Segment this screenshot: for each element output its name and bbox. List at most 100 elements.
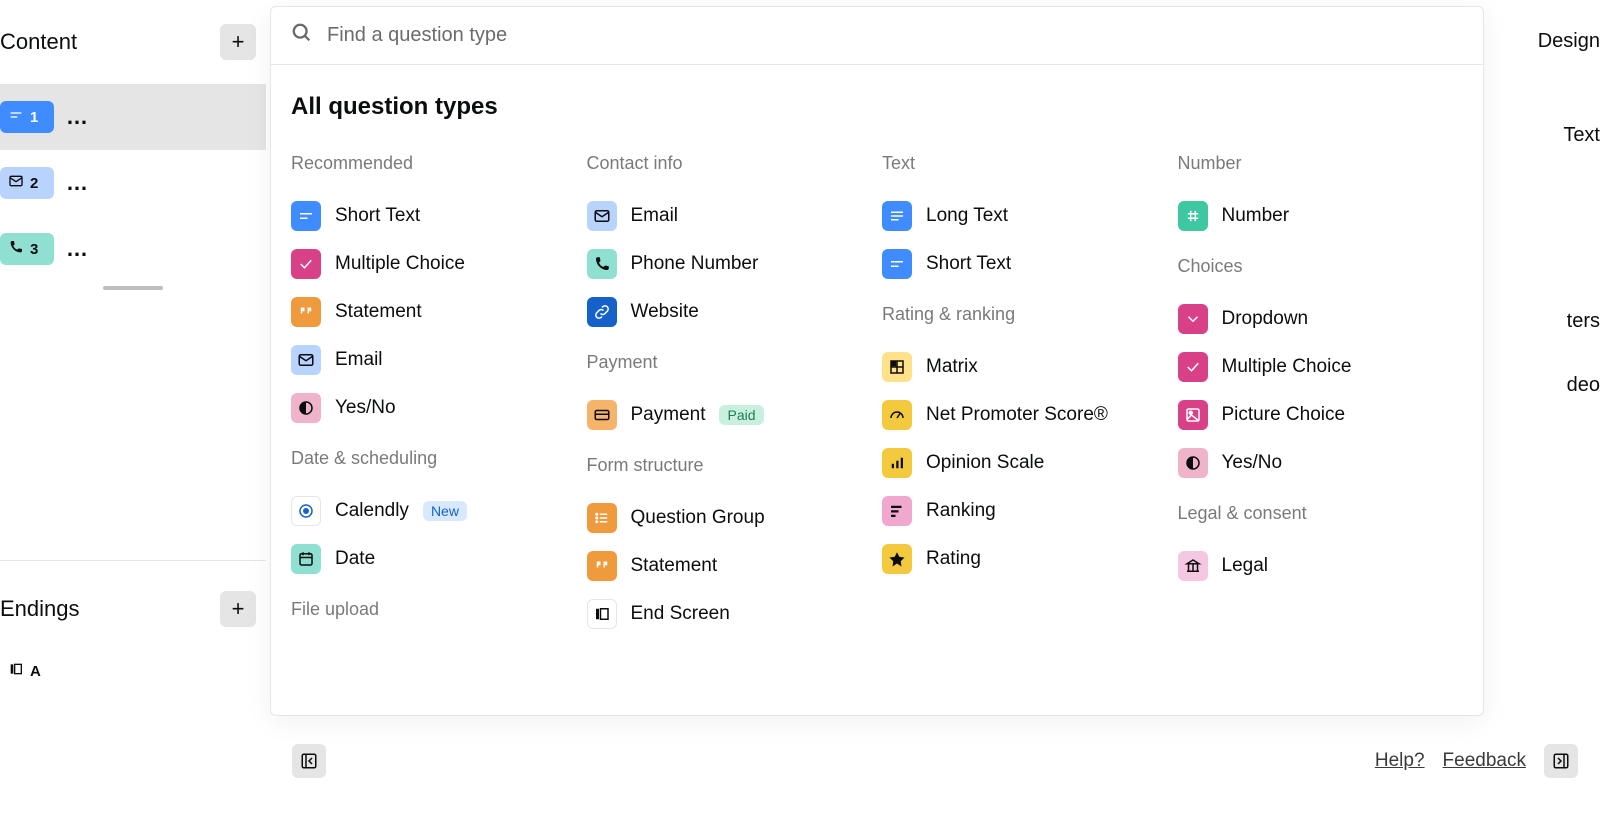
type-column: Recommended Short Text Multiple Choice Stat…: [291, 153, 577, 638]
category-header: Payment: [587, 352, 873, 373]
type-label: Opinion Scale: [926, 452, 1044, 474]
ending-pill: A: [0, 655, 54, 687]
type-multiple-choice[interactable]: Multiple Choice: [1178, 343, 1464, 391]
list-icon: [587, 503, 617, 533]
content-header: Content +: [0, 0, 266, 84]
footer-bar: Help? Feedback: [270, 735, 1600, 787]
type-email[interactable]: Email: [587, 192, 873, 240]
badge-paid: Paid: [719, 405, 763, 425]
item-menu-icon[interactable]: …: [66, 236, 88, 262]
add-question-button[interactable]: +: [220, 24, 256, 60]
sidebar-item-3[interactable]: 3…: [0, 216, 266, 282]
quote-icon: [291, 297, 321, 327]
type-label: Email: [335, 349, 383, 371]
type-label: Email: [631, 205, 679, 227]
type-opinion-scale[interactable]: Opinion Scale: [882, 439, 1168, 487]
link-icon: [587, 297, 617, 327]
type-date[interactable]: Date: [291, 535, 577, 583]
type-label: Statement: [335, 301, 422, 323]
type-label: Question Group: [631, 507, 765, 529]
item-menu-icon[interactable]: …: [66, 170, 88, 196]
half-circle-icon: [291, 393, 321, 423]
feedback-link[interactable]: Feedback: [1443, 750, 1526, 772]
item-menu-icon[interactable]: …: [66, 104, 88, 130]
help-link[interactable]: Help?: [1375, 750, 1425, 772]
type-legal[interactable]: Legal: [1178, 542, 1464, 590]
end-screen-icon: [8, 661, 24, 682]
type-label: Ranking: [926, 500, 996, 522]
type-statement[interactable]: Statement: [291, 288, 577, 336]
type-label: End Screen: [631, 603, 730, 625]
half-circle-icon: [1178, 448, 1208, 478]
badge-new: New: [423, 501, 467, 521]
collapse-left-button[interactable]: [292, 744, 326, 778]
category-header: Choices: [1178, 256, 1464, 277]
type-column: Number Number Choices Dropdown Multiple Choi…: [1178, 153, 1464, 638]
type-website[interactable]: Website: [587, 288, 873, 336]
short-text-icon: [882, 249, 912, 279]
check-icon: [291, 249, 321, 279]
calendly-icon: [291, 496, 321, 526]
type-dropdown[interactable]: Dropdown: [1178, 295, 1464, 343]
type-matrix[interactable]: Matrix: [882, 343, 1168, 391]
category-header: Legal & consent: [1178, 503, 1464, 524]
type-label: Rating: [926, 548, 981, 570]
bars-icon: [882, 448, 912, 478]
category-header: Recommended: [291, 153, 577, 174]
add-ending-button[interactable]: +: [220, 591, 256, 627]
type-label: Net Promoter Score®: [926, 404, 1108, 426]
type-column: Contact infoEmailPhone NumberWebsitePaym…: [587, 153, 873, 638]
type-yes-no[interactable]: Yes/No: [1178, 439, 1464, 487]
type-long-text[interactable]: Long Text: [882, 192, 1168, 240]
short-text-icon: [8, 107, 24, 128]
type-label: Short Text: [335, 205, 420, 227]
type-question-group[interactable]: Question Group: [587, 494, 873, 542]
type-label: Dropdown: [1222, 308, 1309, 330]
type-rating[interactable]: Rating: [882, 535, 1168, 583]
type-multiple-choice[interactable]: Multiple Choice: [291, 240, 577, 288]
quote-icon: [587, 551, 617, 581]
clip-ters: ters: [1567, 310, 1600, 333]
short-text-icon: [291, 201, 321, 231]
type-net-promoter-score-[interactable]: Net Promoter Score®: [882, 391, 1168, 439]
type-phone-number[interactable]: Phone Number: [587, 240, 873, 288]
type-ranking[interactable]: Ranking: [882, 487, 1168, 535]
type-label: Payment: [631, 404, 706, 426]
type-label: Yes/No: [1222, 452, 1283, 474]
type-number[interactable]: Number: [1178, 192, 1464, 240]
type-email[interactable]: Email: [291, 336, 577, 384]
search-input[interactable]: [327, 24, 1463, 47]
chevron-down-icon: [1178, 304, 1208, 334]
category-header: Number: [1178, 153, 1464, 174]
category-header: File upload: [291, 599, 577, 620]
type-label: Long Text: [926, 205, 1008, 227]
collapse-right-button[interactable]: [1544, 744, 1578, 778]
type-payment[interactable]: Payment Paid: [587, 391, 873, 439]
type-yes-no[interactable]: Yes/No: [291, 384, 577, 432]
type-short-text[interactable]: Short Text: [291, 192, 577, 240]
endings-section: Endings + A: [0, 560, 266, 693]
type-end-screen[interactable]: End Screen: [587, 590, 873, 638]
question-type-picker: All question types RecommendedShort Text…: [270, 6, 1484, 716]
type-statement[interactable]: Statement: [587, 542, 873, 590]
sidebar-item-1[interactable]: 1…: [0, 84, 266, 150]
long-text-icon: [882, 201, 912, 231]
category-header: Text: [882, 153, 1168, 174]
card-icon: [587, 400, 617, 430]
category-header: Date & scheduling: [291, 448, 577, 469]
email-icon: [291, 345, 321, 375]
sidebar-item-2[interactable]: 2…: [0, 150, 266, 216]
tab-text[interactable]: Text: [1563, 124, 1600, 147]
right-strip: Design Text ters deo: [1550, 0, 1600, 823]
question-pill: 1: [0, 101, 54, 133]
type-short-text[interactable]: Short Text: [882, 240, 1168, 288]
type-column: TextLong TextShort TextRating & rankingM…: [882, 153, 1168, 638]
question-pill: 2: [0, 167, 54, 199]
modal-body: All question types RecommendedShort Text…: [271, 65, 1483, 715]
phone-icon: [587, 249, 617, 279]
tab-design[interactable]: Design: [1538, 30, 1600, 53]
sidebar: Content + 1…2…3… Endings + A: [0, 0, 266, 823]
type-calendly[interactable]: CalendlyNew: [291, 487, 577, 535]
ending-item[interactable]: A: [0, 649, 266, 693]
type-picture-choice[interactable]: Picture Choice: [1178, 391, 1464, 439]
